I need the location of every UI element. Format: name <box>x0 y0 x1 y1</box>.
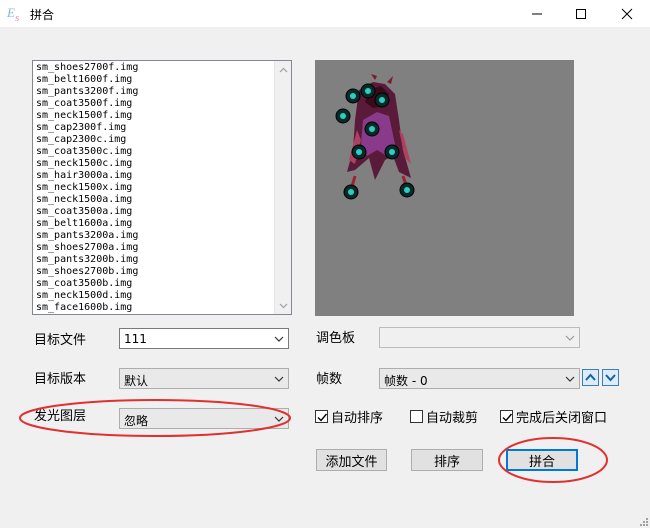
check-icon <box>317 413 328 422</box>
list-item[interactable]: sm_pants3200a.img <box>36 230 273 242</box>
character-sprite <box>335 74 415 200</box>
glow-layer-label: 发光图层 <box>34 409 87 424</box>
add-file-button[interactable]: 添加文件 <box>316 449 387 471</box>
file-list[interactable]: sm_shoes2700f.img sm_belt1600f.img sm_pant… <box>32 60 292 315</box>
title-bar: E s 拼合 <box>0 0 650 27</box>
list-item[interactable]: sm_coat3500a.img <box>36 206 273 218</box>
maximize-button[interactable] <box>558 0 604 27</box>
target-file-label: 目标文件 <box>34 333 87 348</box>
resize-grip-icon[interactable] <box>638 516 648 526</box>
target-version-label: 目标版本 <box>34 372 87 387</box>
list-item[interactable]: sm_shoes2700b.img <box>36 266 273 278</box>
auto-sort-checkbox[interactable]: 自动排序 <box>315 407 384 426</box>
chevron-down-icon <box>605 374 616 382</box>
list-item[interactable]: sm_pants3200f.img <box>36 86 273 98</box>
glow-layer-value: 忽略 <box>124 414 149 428</box>
list-item[interactable]: sm_belt1600f.img <box>36 74 273 86</box>
file-list-scrollbar[interactable] <box>274 61 291 314</box>
target-version-combo[interactable]: 默认 <box>119 368 289 389</box>
chevron-down-icon <box>279 303 288 308</box>
list-item[interactable]: sm_shoes2700a.img <box>36 242 273 254</box>
minimize-button[interactable] <box>514 0 560 27</box>
list-item[interactable]: sm_face1600b.img <box>36 302 273 314</box>
list-item[interactable]: sm_neck1500f.img <box>36 110 273 122</box>
checkbox-box[interactable] <box>410 409 423 423</box>
minimize-icon <box>532 13 542 14</box>
checkbox-box[interactable] <box>500 409 513 423</box>
scroll-thumb[interactable] <box>279 78 288 297</box>
target-file-value: 111 <box>124 332 147 346</box>
list-item[interactable]: sm_cap2300f.img <box>36 122 273 134</box>
list-item[interactable]: sm_shoes2700f.img <box>36 62 273 74</box>
list-item[interactable]: sm_neck1500x.img <box>36 182 273 194</box>
auto-crop-checkbox[interactable]: 自动裁剪 <box>410 407 479 426</box>
svg-text:E: E <box>6 5 15 20</box>
close-button[interactable] <box>604 0 650 27</box>
frame-up-button[interactable] <box>582 369 599 386</box>
window-title: 拼合 <box>30 8 55 22</box>
auto-sort-label: 自动排序 <box>331 410 384 426</box>
chevron-down-icon <box>274 376 284 382</box>
palette-label: 调色板 <box>316 331 356 346</box>
list-item[interactable]: sm_cap2300c.img <box>36 134 273 146</box>
close-after-label: 完成后关闭窗口 <box>516 410 608 426</box>
frames-label: 帧数 <box>316 372 343 387</box>
chevron-down-icon <box>274 416 284 422</box>
svg-text:s: s <box>15 12 19 23</box>
list-item[interactable]: sm_belt1600a.img <box>36 218 273 230</box>
glow-layer-combo[interactable]: 忽略 <box>119 408 289 429</box>
sprite-preview <box>315 60 574 316</box>
list-item[interactable]: sm_pants3200b.img <box>36 254 273 266</box>
list-item[interactable]: sm_coat3500c.img <box>36 146 273 158</box>
scroll-down-button[interactable] <box>275 297 291 314</box>
target-file-combo[interactable]: 111 <box>119 328 289 349</box>
list-item[interactable]: sm_coat3500f.img <box>36 98 273 110</box>
frame-down-button[interactable] <box>602 369 619 386</box>
list-item[interactable]: sm_hair3000a.img <box>36 170 273 182</box>
chevron-down-icon <box>565 376 575 382</box>
scroll-up-button[interactable] <box>275 61 291 78</box>
auto-crop-label: 自动裁剪 <box>426 410 479 426</box>
frames-value: 帧数 - 0 <box>384 374 428 388</box>
palette-combo[interactable] <box>379 327 580 348</box>
list-item[interactable]: sm_coat3500b.img <box>36 278 273 290</box>
close-after-checkbox[interactable]: 完成后关闭窗口 <box>500 407 608 426</box>
check-icon <box>502 413 513 422</box>
list-item[interactable]: sm_neck1500a.img <box>36 194 273 206</box>
checkbox-box[interactable] <box>315 409 328 423</box>
chevron-up-icon <box>279 67 288 72</box>
app-logo-icon: E s <box>6 5 19 23</box>
chevron-down-icon <box>565 335 575 341</box>
list-item[interactable]: sm_neck1500c.img <box>36 158 273 170</box>
list-item[interactable]: sm_neck1500d.img <box>36 290 273 302</box>
chevron-up-icon <box>585 373 596 381</box>
maximize-icon <box>576 8 586 19</box>
file-list-items: sm_shoes2700f.img sm_belt1600f.img sm_pant… <box>36 62 273 314</box>
merge-button[interactable]: 拼合 <box>506 449 578 471</box>
frames-combo[interactable]: 帧数 - 0 <box>379 368 580 389</box>
chevron-down-icon <box>274 336 284 342</box>
sort-button[interactable]: 排序 <box>411 449 483 471</box>
close-icon <box>621 8 633 19</box>
target-version-value: 默认 <box>124 374 149 388</box>
